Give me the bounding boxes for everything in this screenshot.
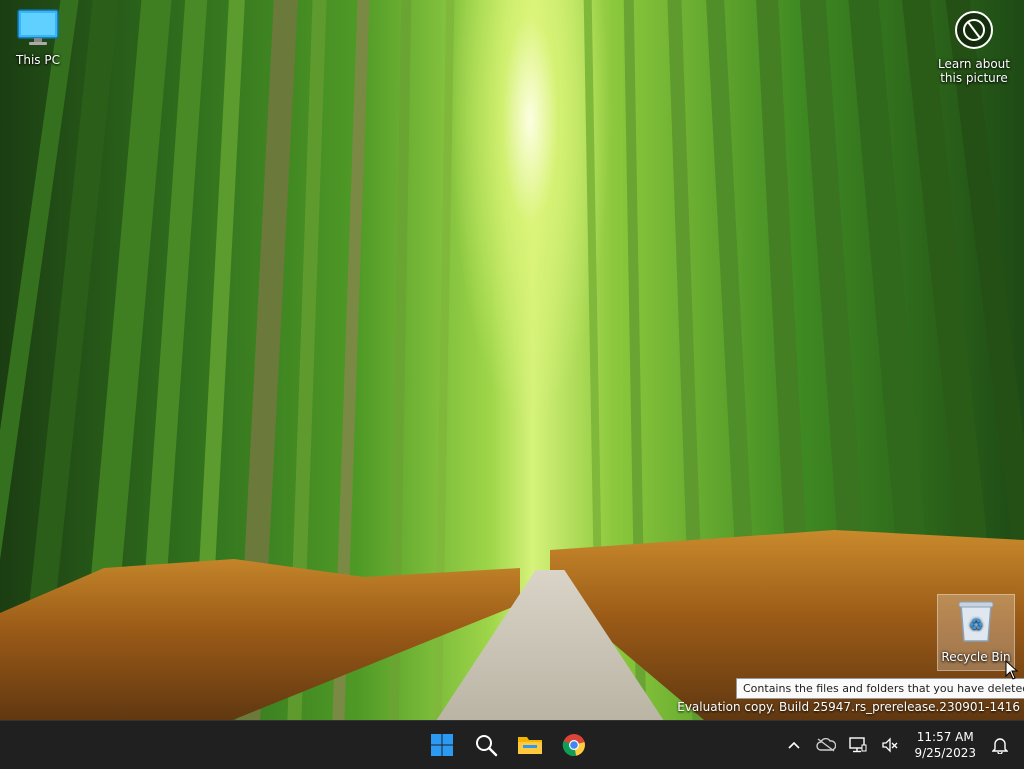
evaluation-watermark: Evaluation copy. Build 25947.rs_prerelea… xyxy=(677,700,1020,714)
volume-tray-button[interactable] xyxy=(874,727,906,763)
start-button[interactable] xyxy=(424,727,460,763)
show-hidden-icons-button[interactable] xyxy=(778,727,810,763)
mouse-cursor-icon xyxy=(1005,660,1019,680)
desktop-wallpaper xyxy=(0,0,1024,720)
folder-icon xyxy=(518,737,542,754)
recycle-bin-tooltip: Contains the files and folders that you … xyxy=(736,678,1024,699)
recycle-bin-label: Recycle Bin xyxy=(941,650,1011,664)
search-button[interactable] xyxy=(468,727,504,763)
clock-date: 9/25/2023 xyxy=(914,746,976,760)
this-pc-label: This PC xyxy=(16,53,60,67)
taskbar-apps xyxy=(424,721,592,769)
cloud-offline-icon xyxy=(816,738,837,752)
network-icon xyxy=(849,737,867,753)
this-pc-shortcut[interactable]: This PC xyxy=(0,8,76,67)
learn-about-label-line2: this picture xyxy=(940,71,1008,85)
speaker-muted-icon xyxy=(882,737,898,753)
bell-icon xyxy=(992,738,1008,754)
taskbar: 11:57 AM 9/25/2023 xyxy=(0,720,1024,769)
svg-text:♻: ♻ xyxy=(969,615,983,634)
learn-about-picture-shortcut[interactable]: Learn about this picture xyxy=(936,10,1012,85)
windows-logo-icon xyxy=(431,734,453,756)
onedrive-tray-button[interactable] xyxy=(810,727,842,763)
chrome-button[interactable] xyxy=(556,727,592,763)
clock-button[interactable]: 11:57 AM 9/25/2023 xyxy=(906,729,984,761)
chevron-up-icon xyxy=(788,741,801,749)
network-tray-button[interactable] xyxy=(842,727,874,763)
search-icon xyxy=(476,735,498,757)
notifications-button[interactable] xyxy=(984,727,1016,763)
system-tray: 11:57 AM 9/25/2023 xyxy=(778,721,1024,769)
file-explorer-button[interactable] xyxy=(512,727,548,763)
monitor-icon xyxy=(17,9,59,45)
recycle-bin-shortcut[interactable]: ♻ Recycle Bin xyxy=(937,594,1015,671)
clock-time: 11:57 AM xyxy=(916,730,974,744)
camera-info-icon xyxy=(955,11,993,49)
learn-about-label-line1: Learn about xyxy=(938,57,1010,71)
recycle-bin-icon: ♻ xyxy=(958,601,994,642)
chrome-icon xyxy=(562,734,585,757)
